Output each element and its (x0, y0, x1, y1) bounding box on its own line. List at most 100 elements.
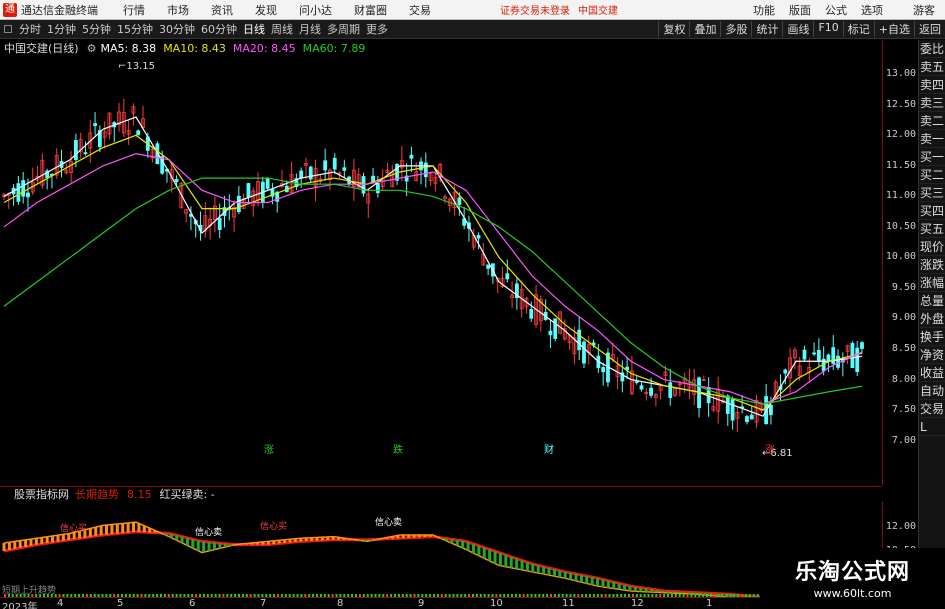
menu-discover[interactable]: 发现 (244, 2, 288, 18)
candle-body (308, 166, 313, 180)
period-5min[interactable]: 5分钟 (79, 21, 114, 37)
menu-quotes[interactable]: 行情 (112, 2, 156, 18)
ma60-label: MA60: 7.89 (302, 41, 366, 55)
candle-body (26, 192, 30, 198)
side-item[interactable]: 换手 (919, 328, 945, 346)
side-item[interactable]: 净资 (919, 346, 945, 364)
side-item[interactable]: 卖三 (919, 94, 945, 112)
candle-body (361, 176, 366, 194)
menu-options[interactable]: 选项 (854, 2, 890, 18)
candle-body (83, 152, 88, 155)
candle-body (634, 381, 639, 383)
period-toolbar: 分时 1分钟 5分钟 15分钟 30分钟 60分钟 日线 周线 月线 多周期 更… (0, 20, 945, 39)
btn-mark[interactable]: 标记 (842, 21, 874, 37)
menu-formula[interactable]: 公式 (818, 2, 854, 18)
indicator-tick-label: 12.00 (885, 521, 916, 532)
side-item[interactable]: 买四 (919, 202, 945, 220)
event-marker: 涨 (264, 444, 274, 456)
side-item[interactable]: 收益 (919, 364, 945, 382)
btn-adjust[interactable]: 复权 (658, 21, 689, 37)
period-60min[interactable]: 60分钟 (198, 21, 240, 37)
price-tick-label: 11.00 (885, 190, 916, 202)
candle-body (836, 355, 840, 368)
trend-label: 长期趋势 (75, 488, 119, 501)
side-item[interactable]: 卖一 (919, 130, 945, 148)
ma-line-ma5 (3, 116, 863, 417)
candle-body (582, 341, 586, 364)
side-item[interactable]: 自动 (919, 382, 945, 400)
side-item[interactable]: 现价 (919, 238, 945, 256)
event-marker: 涨 (765, 444, 775, 456)
candle-body (725, 395, 730, 414)
ma5-label: MA5: 8.38 (100, 41, 157, 55)
btn-add-watch[interactable]: +自选 (873, 21, 914, 37)
candle-body (529, 308, 534, 319)
period-monthly[interactable]: 月线 (296, 21, 324, 37)
candle-body (812, 352, 816, 355)
side-item[interactable]: 卖二 (919, 112, 945, 130)
event-marker: 跌 (393, 443, 403, 456)
period-30min[interactable]: 30分钟 (156, 21, 198, 37)
price-tick-label: 9.00 (891, 312, 916, 324)
date-tick-label: 11 (562, 598, 575, 609)
menu-news[interactable]: 资讯 (200, 2, 244, 18)
btn-multi-stock[interactable]: 多股 (720, 21, 751, 37)
side-item[interactable]: L (919, 418, 945, 436)
ma-line-ma60 (3, 177, 863, 405)
candle-body (265, 178, 270, 189)
btn-f10[interactable]: F10 (813, 21, 842, 37)
btn-back[interactable]: 返回 (914, 21, 945, 37)
watermark-url: www.60lt.com (813, 587, 892, 600)
price-tick-label: 9.50 (891, 281, 916, 293)
menu-function[interactable]: 功能 (746, 2, 782, 18)
gear-icon[interactable]: ⚙ (87, 42, 97, 55)
side-item[interactable]: 买二 (919, 166, 945, 184)
candle-body (860, 342, 864, 349)
watermark-title: 乐淘公式网 (794, 559, 910, 585)
period-multi[interactable]: 多周期 (324, 21, 363, 37)
period-1min[interactable]: 1分钟 (44, 21, 79, 37)
candle-body (476, 235, 481, 239)
candle-body (855, 347, 860, 372)
btn-draw[interactable]: 画线 (782, 21, 813, 37)
period-more[interactable]: 更多 (363, 21, 391, 37)
btn-overlay[interactable]: 叠加 (689, 21, 720, 37)
login-warning[interactable]: 证券交易未登录 (500, 2, 570, 17)
side-item[interactable]: 卖五 (919, 58, 945, 76)
side-item[interactable]: 买五 (919, 220, 945, 238)
side-item[interactable]: 外盘 (919, 310, 945, 328)
short-trend-line (3, 521, 863, 599)
candles (2, 98, 864, 433)
period-15min[interactable]: 15分钟 (114, 21, 156, 37)
side-item[interactable]: 买三 (919, 184, 945, 202)
candle-body (21, 180, 26, 197)
candle-body (236, 195, 241, 213)
period-intraday[interactable]: 分时 (16, 21, 44, 37)
menu-trade[interactable]: 交易 (398, 2, 442, 18)
menu-wealth[interactable]: 财富圈 (343, 2, 398, 18)
stock-title: 中国交建(日线) (4, 42, 79, 55)
ma20-label: MA20: 8.45 (232, 41, 296, 55)
guest-user[interactable]: 游客 (906, 2, 945, 18)
expand-icon[interactable] (4, 25, 12, 33)
side-item[interactable]: 委比 (919, 40, 945, 58)
candle-body (548, 330, 553, 336)
side-item[interactable]: 交易 (919, 400, 945, 418)
side-item[interactable]: 总量 (919, 292, 945, 310)
ma10-label: MA10: 8.43 (163, 41, 226, 55)
kline-chart[interactable]: ⌐13.15←6.81涨跌财涨 (0, 40, 918, 485)
period-weekly[interactable]: 周线 (268, 21, 296, 37)
side-item[interactable]: 卖四 (919, 76, 945, 94)
menu-market[interactable]: 市场 (156, 2, 200, 18)
period-daily[interactable]: 日线 (240, 21, 268, 37)
side-item[interactable]: 涨跌 (919, 256, 945, 274)
btn-stats[interactable]: 统计 (751, 21, 782, 37)
ma-line-ma10 (3, 134, 863, 411)
price-tick-label: 11.50 (885, 159, 916, 171)
side-item[interactable]: 买一 (919, 148, 945, 166)
menu-ask[interactable]: 问小达 (288, 2, 343, 18)
indicator-name[interactable]: 股票指标网 (14, 486, 69, 502)
candle-body (505, 273, 510, 280)
side-item[interactable]: 涨幅 (919, 274, 945, 292)
menu-layout[interactable]: 版面 (782, 2, 818, 18)
